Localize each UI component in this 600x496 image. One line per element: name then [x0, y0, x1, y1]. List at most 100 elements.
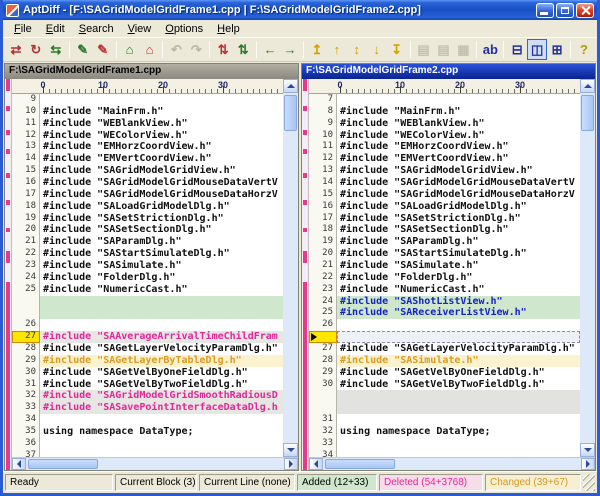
edit-file1-button[interactable]: ✎ [73, 39, 93, 60]
compare-button[interactable]: ⇄ [6, 39, 26, 60]
code-line[interactable]: 16#include "SAGridModelGridMouseDataVert… [12, 177, 283, 189]
recompare-button[interactable]: ↻ [26, 39, 46, 60]
code-text[interactable] [337, 438, 580, 450]
code-line[interactable]: 24#include "FolderDlg.h" [12, 272, 283, 284]
line-number[interactable]: 14 [309, 177, 337, 189]
code-text[interactable]: #include "EMVertCoordView.h" [40, 153, 283, 165]
next-diff-button[interactable]: ↓ [367, 39, 387, 60]
line-number[interactable] [309, 402, 337, 414]
line-number[interactable]: 31 [12, 379, 40, 391]
code-line[interactable]: 25#include "SAReceiverListView.h" [309, 307, 580, 319]
line-number[interactable] [309, 390, 337, 402]
close-file1-button[interactable]: ⌂ [120, 39, 140, 60]
code-text[interactable]: #include "SAStartSimulateDlg.h" [40, 248, 283, 260]
copy-block-right-button[interactable]: ⇅ [233, 39, 253, 60]
code-text[interactable] [40, 438, 283, 450]
line-number[interactable]: 30 [309, 379, 337, 391]
code-line[interactable] [309, 402, 580, 414]
line-number[interactable]: 19 [309, 236, 337, 248]
code-line[interactable]: 31#include "SAGetVelByTwoFieldDlg.h" [12, 379, 283, 391]
vertical-scrollbar-left[interactable] [283, 79, 298, 457]
code-line[interactable]: 29#include "SAGetVelByOneFieldDlg.h" [309, 367, 580, 379]
code-line[interactable]: 9#include "WEBlankView.h" [309, 118, 580, 130]
code-text[interactable]: #include "SASimulate.h" [337, 260, 580, 272]
code-line[interactable]: 10#include "WEColorView.h" [309, 130, 580, 142]
code-text[interactable]: #include "SASetStrictionDlg.h" [40, 213, 283, 225]
code-line[interactable]: 20#include "SAStartSimulateDlg.h" [309, 248, 580, 260]
scroll-down-button[interactable] [580, 443, 595, 457]
line-number[interactable]: 13 [309, 165, 337, 177]
code-text[interactable]: using namespace DataType; [40, 426, 283, 438]
line-number[interactable]: 19 [12, 213, 40, 225]
code-line[interactable]: 22#include "SAStartSimulateDlg.h" [12, 248, 283, 260]
line-number[interactable]: 21 [12, 236, 40, 248]
close-button[interactable] [576, 3, 594, 18]
code-line[interactable]: 26 [309, 319, 580, 331]
horizontal-scrollbar-right[interactable] [309, 457, 595, 470]
code-line[interactable]: 28#include "SAGetLayerVelocityParamDlg.h… [12, 343, 283, 355]
line-number[interactable]: 16 [309, 201, 337, 213]
code-line[interactable]: 14#include "SAGridModelGridMouseDataVert… [309, 177, 580, 189]
menu-search[interactable]: Search [72, 22, 121, 36]
code-text[interactable]: #include "SAReceiverListView.h" [337, 307, 580, 319]
line-number[interactable]: 12 [12, 130, 40, 142]
code-text[interactable]: #include "SAGridModelGridView.h" [337, 165, 580, 177]
code-text[interactable]: #include "SASimulate.h" [40, 260, 283, 272]
code-line[interactable]: 18#include "SASetSectionDlg.h" [309, 224, 580, 236]
close-file2-button[interactable]: ⌂ [140, 39, 160, 60]
copy-to-right-button[interactable]: → [280, 39, 300, 60]
code-text[interactable]: #include "SAGetVelByTwoFieldDlg.h" [40, 379, 283, 391]
code-text[interactable]: #include "SASavePointInterfaceDataDlg.h [40, 402, 283, 414]
code-text[interactable]: #include "SAParamDlg.h" [337, 236, 580, 248]
line-number[interactable]: 8 [309, 106, 337, 118]
code-text[interactable] [40, 450, 283, 457]
line-number[interactable]: 25 [309, 307, 337, 319]
code-text[interactable]: #include "SAGridModelGridView.h" [40, 165, 283, 177]
code-text[interactable]: #include "SAShotListView.h" [337, 296, 580, 308]
line-number[interactable]: 29 [309, 367, 337, 379]
text-compare-mode-button[interactable]: ab [480, 39, 500, 60]
line-number[interactable]: 13 [12, 141, 40, 153]
code-line[interactable]: 17#include "SAGridModelGridMouseDataHorz… [12, 189, 283, 201]
help-button[interactable]: ? [574, 39, 594, 60]
code-line[interactable]: 11#include "EMHorzCoordView.h" [309, 141, 580, 153]
scroll-track[interactable] [283, 93, 298, 443]
code-text[interactable]: #include "SAGetLayerByTableDlg.h" [40, 355, 283, 367]
last-diff-button[interactable]: ↧ [387, 39, 407, 60]
code-line[interactable]: 25#include "NumericCast.h" [12, 284, 283, 296]
code-line[interactable]: 23#include "NumericCast.h" [309, 284, 580, 296]
scroll-thumb[interactable] [581, 95, 594, 131]
code-line[interactable]: 20#include "SASetSectionDlg.h" [12, 224, 283, 236]
code-text[interactable]: #include "MainFrm.h" [337, 106, 580, 118]
menu-help[interactable]: Help [210, 22, 247, 36]
line-number[interactable]: 32 [12, 390, 40, 402]
code-line[interactable]: 17#include "SASetStrictionDlg.h" [309, 213, 580, 225]
code-line[interactable]: 33 [309, 438, 580, 450]
code-line[interactable]: 11#include "WEBlankView.h" [12, 118, 283, 130]
code-text[interactable]: #include "SASetSectionDlg.h" [337, 224, 580, 236]
code-text[interactable]: #include "SAParamDlg.h" [40, 236, 283, 248]
code-text[interactable]: #include "SAGridModelGridMouseDataVertV [337, 177, 580, 189]
code-text[interactable]: #include "MainFrm.h" [40, 106, 283, 118]
line-number[interactable]: 18 [12, 201, 40, 213]
edit-file2-button[interactable]: ✎ [93, 39, 113, 60]
line-number[interactable]: 10 [12, 106, 40, 118]
code-line[interactable]: 21#include "SAParamDlg.h" [12, 236, 283, 248]
code-line[interactable]: 13#include "EMHorzCoordView.h" [12, 141, 283, 153]
current-line-marker[interactable]: 27 [12, 331, 40, 343]
code-line[interactable]: 8#include "MainFrm.h" [309, 106, 580, 118]
code-text[interactable] [337, 414, 580, 426]
code-text[interactable]: #include "SASetStrictionDlg.h" [337, 213, 580, 225]
code-line[interactable]: 19#include "SAParamDlg.h" [309, 236, 580, 248]
code-text[interactable]: #include "SAGridModelGridMouseDataHorzV [337, 189, 580, 201]
code-line[interactable]: 15#include "SAGridModelGridView.h" [12, 165, 283, 177]
code-line[interactable]: 7 [309, 94, 580, 106]
line-number[interactable]: 26 [309, 319, 337, 331]
code-text[interactable] [40, 307, 283, 319]
diff-overview-left[interactable] [5, 79, 12, 470]
line-number[interactable]: 32 [309, 426, 337, 438]
scroll-track[interactable] [580, 93, 595, 443]
code-text[interactable]: #include "WEColorView.h" [40, 130, 283, 142]
line-number[interactable]: 23 [309, 284, 337, 296]
line-number[interactable]: 34 [12, 414, 40, 426]
